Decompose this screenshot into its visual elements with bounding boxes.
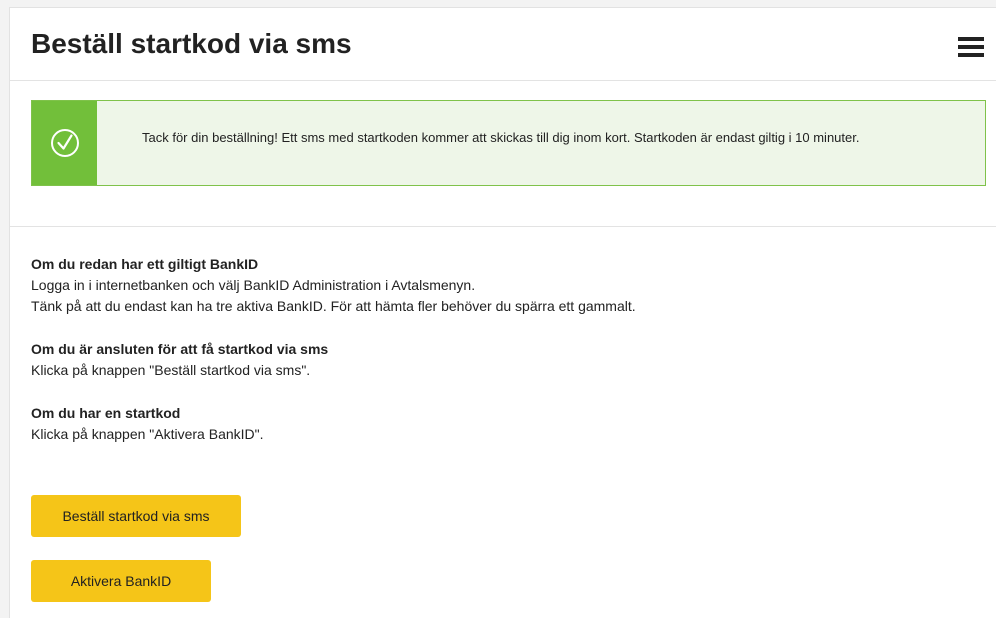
- divider: [10, 226, 996, 227]
- check-circle-icon: [50, 129, 79, 157]
- page-title: Beställ startkod via sms: [31, 28, 352, 59]
- main-panel: Beställ startkod via sms Tack för din be…: [9, 7, 996, 618]
- section-heading: Om du är ansluten för att få startkod vi…: [31, 341, 329, 357]
- hamburger-bar: [958, 53, 984, 57]
- section-text: Klicka på knappen "Aktivera BankID".: [31, 426, 264, 442]
- hamburger-menu-icon[interactable]: [958, 37, 984, 57]
- page-header: Beställ startkod via sms: [10, 8, 996, 81]
- success-alert: Tack för din beställning! Ett sms med st…: [31, 100, 986, 186]
- alert-icon-box: [32, 101, 97, 185]
- section-text: Klicka på knappen "Beställ startkod via …: [31, 362, 311, 378]
- activate-bankid-button[interactable]: Aktivera BankID: [31, 560, 211, 602]
- section-existing-bankid: Om du redan har ett giltigt BankID Logga…: [31, 254, 971, 317]
- section-heading: Om du har en startkod: [31, 405, 181, 421]
- hamburger-bar: [958, 45, 984, 49]
- hamburger-bar: [958, 37, 984, 41]
- alert-message: Tack för din beställning! Ett sms med st…: [142, 130, 860, 145]
- section-sms-startcode: Om du är ansluten för att få startkod vi…: [31, 339, 971, 381]
- info-content: Om du redan har ett giltigt BankID Logga…: [31, 254, 971, 467]
- section-text: Logga in i internetbanken och välj BankI…: [31, 277, 476, 293]
- section-have-startcode: Om du har en startkod Klicka på knappen …: [31, 403, 971, 445]
- order-startcode-button[interactable]: Beställ startkod via sms: [31, 495, 241, 537]
- section-heading: Om du redan har ett giltigt BankID: [31, 256, 259, 272]
- section-text: Tänk på att du endast kan ha tre aktiva …: [31, 298, 636, 314]
